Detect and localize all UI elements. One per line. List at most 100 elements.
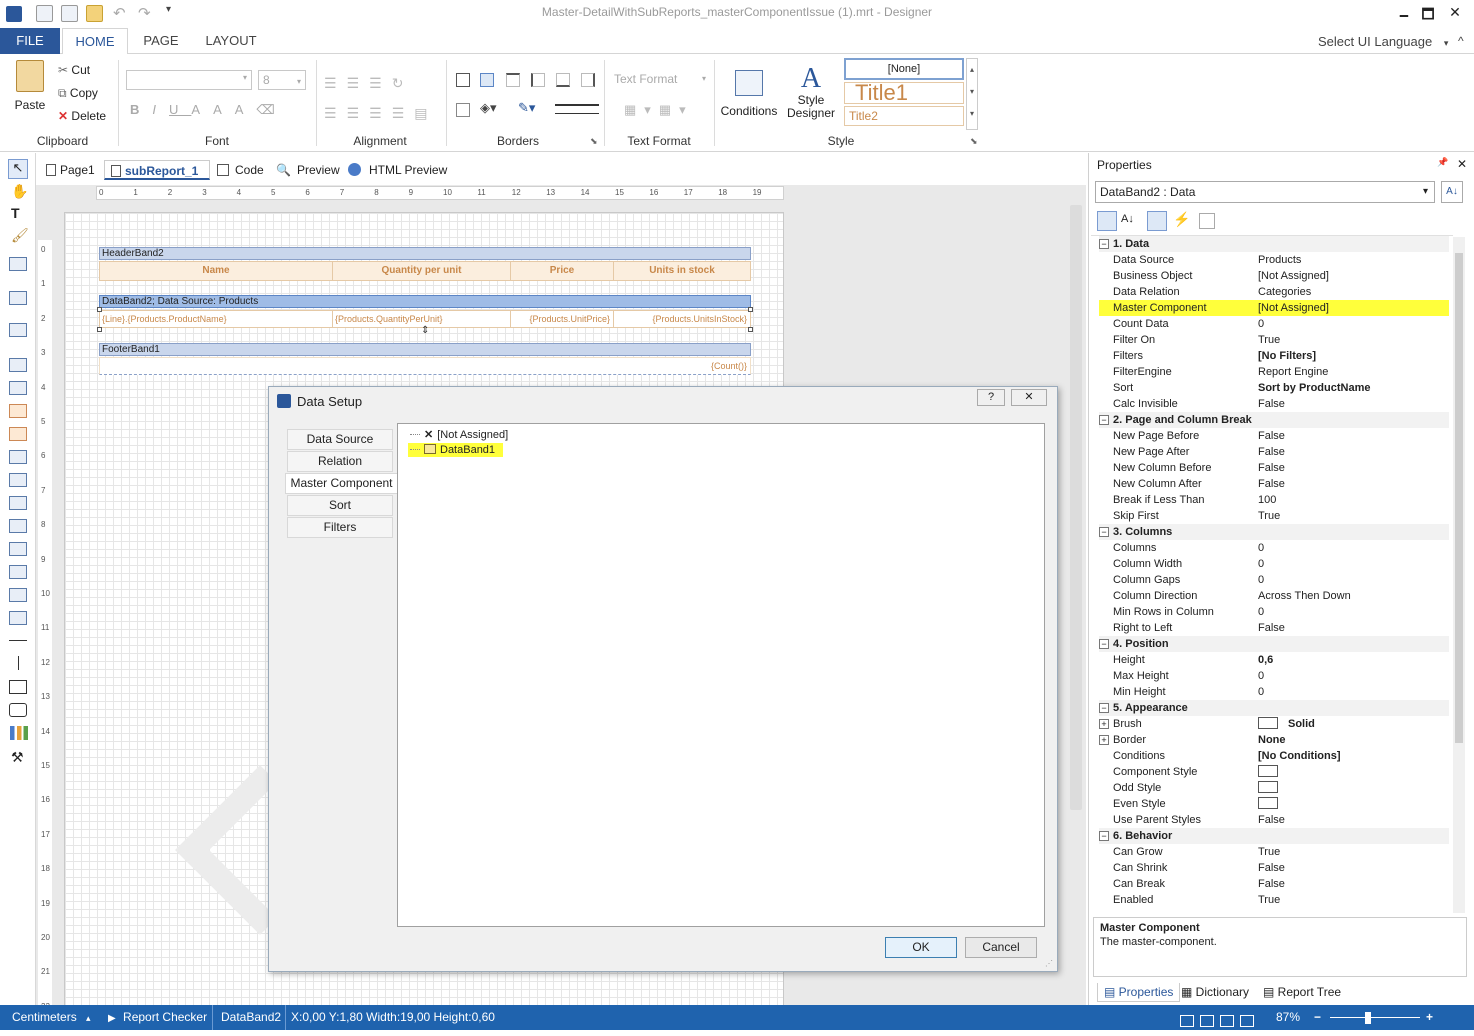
number-format-icon[interactable]: ▦▾ bbox=[624, 102, 659, 117]
property-row[interactable]: + Brush Solid bbox=[1099, 716, 1449, 732]
tab-page1[interactable]: Page1 bbox=[46, 160, 100, 180]
shape-icon[interactable] bbox=[9, 611, 27, 625]
header-cell-units[interactable]: Units in stock bbox=[613, 261, 751, 281]
border-right-icon[interactable] bbox=[581, 73, 595, 87]
underline-icon[interactable]: U bbox=[169, 102, 191, 117]
property-row[interactable]: Min Height 0 bbox=[1099, 684, 1449, 700]
property-category[interactable]: −3. Columns bbox=[1099, 524, 1449, 540]
data-band-title[interactable]: DataBand2; Data Source: Products bbox=[99, 295, 751, 308]
select-pointer-icon[interactable]: ↖ bbox=[8, 159, 28, 179]
grow-font-icon[interactable]: A bbox=[213, 102, 235, 117]
property-row[interactable]: Component Style bbox=[1099, 764, 1449, 780]
property-row[interactable]: Columns 0 bbox=[1099, 540, 1449, 556]
zoom-slider[interactable] bbox=[1330, 1017, 1420, 1018]
horizontal-line-icon[interactable] bbox=[9, 640, 27, 641]
property-value[interactable]: False bbox=[1258, 460, 1448, 476]
property-grid-scroll-thumb[interactable] bbox=[1455, 253, 1463, 743]
property-row[interactable]: FilterEngine Report Engine bbox=[1099, 364, 1449, 380]
properties-view-icon[interactable] bbox=[1147, 211, 1167, 231]
footer-count-cell[interactable]: {Count()} bbox=[99, 357, 751, 375]
property-value[interactable]: 0 bbox=[1258, 572, 1448, 588]
expand-icon[interactable]: + bbox=[1099, 719, 1109, 729]
data-cell-price[interactable]: {Products.UnitPrice} bbox=[510, 310, 614, 328]
tools-icon[interactable]: ⚒ bbox=[11, 749, 24, 766]
style-dialog-launcher-icon[interactable]: ⬊ bbox=[970, 136, 978, 147]
property-category[interactable]: −2. Page and Column Break bbox=[1099, 412, 1449, 428]
delete-button[interactable]: ✕ Delete bbox=[58, 109, 106, 123]
property-row[interactable]: Can Grow True bbox=[1099, 844, 1449, 860]
text-tool-icon[interactable]: T bbox=[11, 205, 20, 221]
property-row[interactable]: Enabled True bbox=[1099, 892, 1449, 908]
style-none[interactable]: [None] bbox=[844, 58, 964, 80]
collapse-icon[interactable]: − bbox=[1099, 415, 1109, 425]
property-row[interactable]: New Column After False bbox=[1099, 476, 1449, 492]
format-painter-icon[interactable]: 🖌 bbox=[11, 227, 29, 244]
border-bottom-icon[interactable] bbox=[556, 73, 570, 87]
close-button[interactable]: ✕ bbox=[1443, 4, 1467, 24]
tab-filters[interactable]: Filters bbox=[287, 517, 393, 538]
view-page-icon[interactable] bbox=[1200, 1015, 1214, 1027]
font-size-select[interactable]: 8 ▾ bbox=[258, 70, 306, 90]
cut-button[interactable]: ✂ Cut bbox=[58, 63, 90, 77]
zoom-out-button[interactable]: − bbox=[1314, 1005, 1321, 1030]
border-top-icon[interactable] bbox=[506, 73, 520, 87]
border-all-icon[interactable] bbox=[456, 73, 470, 87]
paste-button[interactable]: Paste bbox=[10, 60, 50, 118]
justify-icon[interactable]: ☰ bbox=[392, 105, 415, 121]
property-category[interactable]: −4. Position bbox=[1099, 636, 1449, 652]
property-row[interactable]: Skip First True bbox=[1099, 508, 1449, 524]
property-value[interactable]: 0 bbox=[1258, 540, 1448, 556]
property-row[interactable]: Filter On True bbox=[1099, 332, 1449, 348]
property-row[interactable]: New Page Before False bbox=[1099, 428, 1449, 444]
property-row[interactable]: Right to Left False bbox=[1099, 620, 1449, 636]
text-format-select[interactable]: Text Format ▾ bbox=[614, 72, 708, 90]
tree-item-databand1[interactable]: DataBand1 bbox=[408, 443, 504, 457]
property-value[interactable]: True bbox=[1258, 892, 1448, 908]
report-checker-button[interactable]: ▶ Report Checker bbox=[108, 1005, 207, 1030]
tree-item-not-assigned[interactable]: ✕ [Not Assigned] bbox=[410, 428, 508, 441]
align-top-icon[interactable]: ☰ bbox=[324, 75, 347, 91]
tab-layout[interactable]: LAYOUT bbox=[200, 28, 262, 54]
property-value[interactable] bbox=[1258, 764, 1448, 780]
page-header-tool-icon[interactable] bbox=[9, 323, 27, 337]
maximize-button[interactable]: 🗖 bbox=[1416, 4, 1440, 24]
data-cell-units[interactable]: {Products.UnitsInStock} bbox=[613, 310, 751, 328]
property-value[interactable]: 0 bbox=[1258, 604, 1448, 620]
property-value[interactable]: [Not Assigned] bbox=[1258, 268, 1448, 284]
property-value[interactable]: 0 bbox=[1258, 684, 1448, 700]
tab-data-source[interactable]: Data Source bbox=[287, 429, 393, 450]
table-icon[interactable] bbox=[9, 519, 27, 533]
resize-handle[interactable] bbox=[748, 327, 753, 332]
resize-handle[interactable] bbox=[748, 307, 753, 312]
property-value[interactable]: Sort by ProductName bbox=[1258, 380, 1448, 396]
rounded-rectangle-icon[interactable] bbox=[9, 703, 27, 717]
property-row[interactable]: Count Data 0 bbox=[1099, 316, 1449, 332]
zoom-slider-thumb[interactable] bbox=[1365, 1012, 1371, 1024]
property-value[interactable]: True bbox=[1258, 844, 1448, 860]
border-none-icon[interactable] bbox=[480, 73, 494, 87]
align-left-icon[interactable]: ☰ bbox=[324, 105, 347, 121]
property-value[interactable]: Report Engine bbox=[1258, 364, 1448, 380]
property-row[interactable]: Column Direction Across Then Down bbox=[1099, 588, 1449, 604]
resize-handle[interactable] bbox=[97, 307, 102, 312]
property-row[interactable]: Column Width 0 bbox=[1099, 556, 1449, 572]
border-left-icon[interactable] bbox=[531, 73, 545, 87]
pin-icon[interactable]: 📌 bbox=[1437, 157, 1448, 168]
property-value[interactable]: False bbox=[1258, 444, 1448, 460]
image-icon[interactable] bbox=[9, 565, 27, 579]
band-tool-icon[interactable] bbox=[9, 257, 27, 271]
property-value[interactable]: [Not Assigned] bbox=[1258, 300, 1448, 316]
collapse-icon[interactable]: − bbox=[1099, 703, 1109, 713]
property-value[interactable]: Across Then Down bbox=[1258, 588, 1448, 604]
tab-sort[interactable]: Sort bbox=[287, 495, 393, 516]
cancel-button[interactable]: Cancel bbox=[965, 937, 1037, 958]
footer-band-title[interactable]: FooterBand1 bbox=[99, 343, 751, 356]
property-row[interactable]: New Column Before False bbox=[1099, 460, 1449, 476]
property-row[interactable]: Max Height 0 bbox=[1099, 668, 1449, 684]
tab-code[interactable]: Code bbox=[217, 160, 264, 180]
property-value[interactable]: 0,6 bbox=[1258, 652, 1448, 668]
dialog-help-button[interactable]: ? bbox=[977, 389, 1005, 406]
property-value[interactable]: 0 bbox=[1258, 668, 1448, 684]
rotate-icon[interactable]: ↻ bbox=[392, 75, 414, 91]
property-row[interactable]: Even Style bbox=[1099, 796, 1449, 812]
